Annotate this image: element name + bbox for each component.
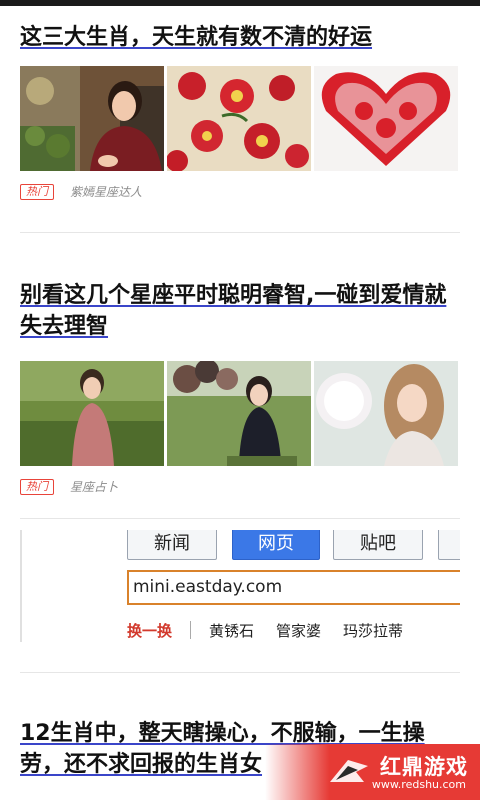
hot-keyword[interactable]: 黄锈石 [209,620,254,641]
ad-border [20,530,22,642]
article-meta: 热门 星座占卜 [20,478,460,495]
article-title[interactable]: 这三大生肖，天生就有数不清的好运 [20,22,460,53]
article-thumbnails [20,66,460,171]
hot-badge: 热门 [20,478,54,495]
article-thumbnails [20,361,460,466]
refresh-link[interactable]: 换一换 [127,620,172,641]
article-card-2[interactable]: 别看这几个星座平时聪明睿智,一碰到爱情就失去理智 热门 星座占卜 [20,280,460,495]
tab-more[interactable] [438,530,460,560]
hot-keyword[interactable]: 管家婆 [276,620,321,641]
divider [20,672,460,673]
tab-web[interactable]: 网页 [232,530,320,560]
thumbnail-paper-cut-heart[interactable] [314,66,458,171]
watermark-url: www.redshu.com [371,778,466,791]
search-input[interactable]: mini.eastday.com [127,570,460,605]
hot-keyword[interactable]: 玛莎拉蒂 [343,620,403,641]
hot-keywords-row: 换一换 黄锈石 管家婆 玛莎拉蒂 [127,619,425,641]
watermark-text: 红鼎游戏 [380,755,468,779]
status-bar [0,0,480,6]
article-source: 紫嫣星座达人 [70,185,143,199]
hot-badge: 热门 [20,183,54,200]
thumbnail-woman-portrait[interactable] [20,66,164,171]
site-watermark: 红鼎游戏 www.redshu.com [265,744,480,800]
search-ad-banner[interactable]: 新闻 网页 贴吧 mini.eastday.com 换一换 黄锈石 管家婆 玛莎… [20,530,460,642]
separator [190,621,192,639]
tab-news[interactable]: 新闻 [127,530,217,560]
divider [20,518,460,519]
article-source: 星座占卜 [70,480,119,494]
redshu-logo-icon [326,752,372,794]
article-title[interactable]: 别看这几个星座平时聪明睿智,一碰到爱情就失去理智 [20,280,460,342]
divider [20,232,460,233]
thumbnail-girl-cotton-candy[interactable] [314,361,458,466]
thumbnail-girl-with-balloons[interactable] [167,361,311,466]
tab-tieba[interactable]: 贴吧 [333,530,423,560]
article-card-1[interactable]: 这三大生肖，天生就有数不清的好运 热门 紫嫣星座达人 [20,22,460,200]
thumbnail-paper-flowers[interactable] [167,66,311,171]
thumbnail-girl-in-grass[interactable] [20,361,164,466]
article-meta: 热门 紫嫣星座达人 [20,183,460,200]
